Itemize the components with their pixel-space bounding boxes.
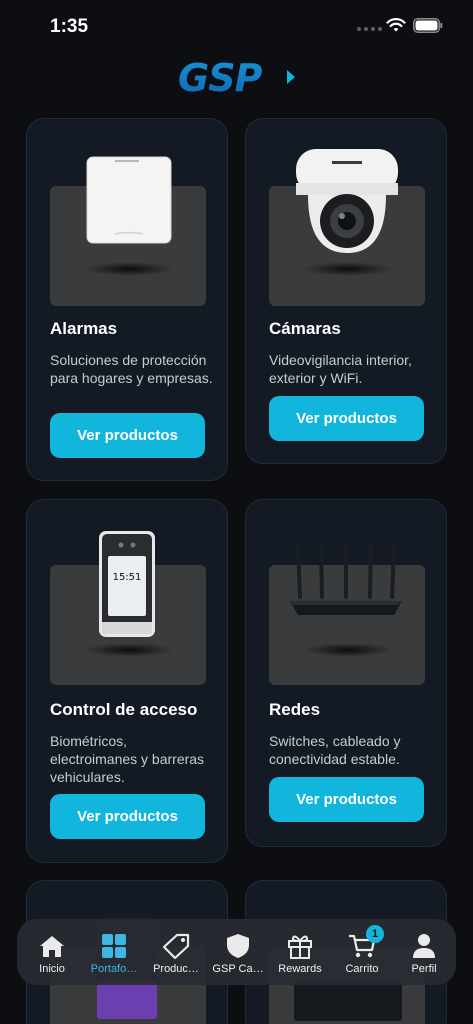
- tab-label: Perfil: [411, 963, 437, 975]
- tab-label: GSP Ca…: [212, 963, 264, 975]
- tag-icon: [162, 933, 190, 959]
- card-title: Redes: [269, 700, 321, 719]
- svg-text:15:51: 15:51: [113, 572, 142, 583]
- tab-label: Carrito: [345, 963, 379, 975]
- category-card-camaras[interactable]: Cámaras Videovigilancia interior, exteri…: [245, 118, 447, 464]
- card-title: Cámaras: [269, 319, 341, 338]
- status-bar: 1:35: [0, 0, 473, 52]
- product-shadow: [303, 262, 393, 276]
- card-description: Soluciones de protección para hogares y …: [50, 352, 213, 386]
- wifi-icon: [386, 18, 406, 32]
- category-card-control-de-acceso[interactable]: 15:51 Control de acceso Biométricos, ele…: [26, 499, 228, 863]
- card-description: Biométricos, electroimanes y barreras ve…: [50, 733, 205, 785]
- ver-productos-button[interactable]: Ver productos: [50, 794, 205, 839]
- tab-productos[interactable]: Produc…: [145, 922, 207, 982]
- card-title: Control de acceso: [50, 700, 198, 719]
- category-card-alarmas[interactable]: Alarmas Soluciones de protección para ho…: [26, 118, 228, 481]
- grid-icon: [102, 934, 126, 958]
- home-icon: [40, 936, 64, 957]
- tab-label: Portafo…: [90, 963, 138, 975]
- dome-camera-image: [296, 149, 398, 253]
- tab-carrito[interactable]: 1 Carrito: [331, 922, 393, 982]
- product-shadow: [303, 643, 393, 657]
- tab-label: Produc…: [153, 963, 199, 975]
- ver-productos-button[interactable]: Ver productos: [269, 396, 424, 441]
- status-dots-icon: [357, 27, 382, 31]
- category-card-redes[interactable]: Redes Switches, cableado y conectividad …: [245, 499, 447, 847]
- gsp-logo: GSP: [178, 58, 295, 98]
- card-title: Alarmas: [50, 319, 118, 338]
- tab-label: Inicio: [39, 963, 65, 975]
- gift-icon: [288, 935, 312, 959]
- person-icon: [413, 934, 435, 958]
- alarm-panel-image: [86, 156, 172, 244]
- product-image: [294, 981, 402, 1021]
- access-terminal-image: 15:51: [99, 531, 155, 637]
- ver-productos-button[interactable]: Ver productos: [50, 413, 205, 458]
- tab-gsp-care[interactable]: GSP Ca…: [207, 922, 269, 982]
- bottom-tab-bar: Inicio Portafo… Produc… GSP Ca… Rewards …: [17, 919, 456, 985]
- battery-icon: [413, 18, 443, 33]
- status-time: 1:35: [50, 16, 89, 37]
- screen: 1:35 GSP Alarmas Soluciones de protecció…: [0, 0, 473, 1024]
- product-image-accent: [97, 981, 157, 1019]
- product-shadow: [84, 643, 174, 657]
- cart-count-badge: 1: [366, 925, 384, 943]
- svg-text:GSP: GSP: [178, 58, 263, 98]
- tab-rewards[interactable]: Rewards: [269, 922, 331, 982]
- tab-label: Rewards: [278, 963, 322, 975]
- shield-icon: [227, 934, 249, 958]
- tab-portafolio[interactable]: Portafo…: [83, 922, 145, 982]
- card-description: Videovigilancia interior, exterior y WiF…: [269, 352, 412, 386]
- router-image: [290, 543, 402, 615]
- tab-perfil[interactable]: Perfil: [393, 922, 455, 982]
- card-description: Switches, cableado y conectividad establ…: [269, 733, 401, 767]
- ver-productos-button[interactable]: Ver productos: [269, 777, 424, 822]
- tab-inicio[interactable]: Inicio: [21, 922, 83, 982]
- product-shadow: [84, 262, 174, 276]
